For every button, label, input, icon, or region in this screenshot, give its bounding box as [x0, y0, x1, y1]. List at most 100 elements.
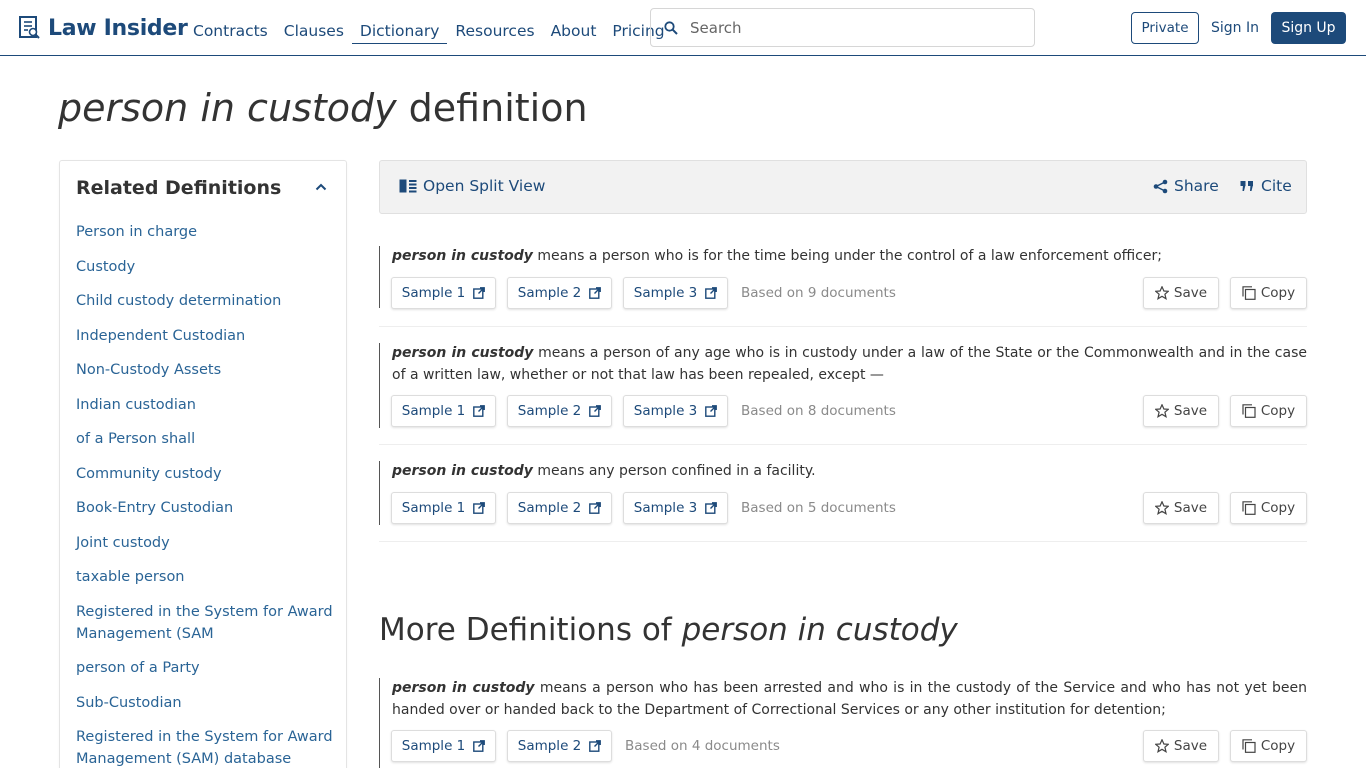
law-insider-logo-icon	[19, 16, 40, 39]
related-definition-link[interactable]: Person in charge	[76, 221, 336, 243]
save-button[interactable]: Save	[1143, 492, 1219, 524]
sample-1-label: Sample 1	[401, 738, 466, 754]
sample-1-button[interactable]: Sample 1	[391, 730, 496, 762]
based-on-count: Based on 8 documents	[741, 403, 896, 419]
search-input[interactable]	[690, 18, 1010, 37]
copy-button[interactable]: Copy	[1230, 492, 1307, 524]
definition-actions-row: Sample 1 Sample 2 Sample 3 Based on 5 do…	[391, 492, 1307, 524]
more-definitions-title: More Definitions of person in custody	[379, 612, 958, 648]
related-definition-link[interactable]: person of a Party	[76, 657, 336, 679]
definition-term: person in custody	[392, 680, 535, 696]
external-link-icon	[473, 740, 486, 752]
external-link-icon	[589, 405, 602, 417]
cite-label: Cite	[1261, 177, 1292, 195]
related-definition-link[interactable]: Independent Custodian	[76, 325, 336, 347]
related-definitions-list: Person in charge Custody Child custody d…	[76, 221, 336, 768]
definition-text: person in custody means a person of any …	[392, 343, 1307, 386]
private-button[interactable]: Private	[1131, 12, 1199, 44]
cite-button[interactable]: Cite	[1240, 177, 1292, 195]
sample-2-button[interactable]: Sample 2	[507, 730, 612, 762]
sample-2-label: Sample 2	[517, 285, 582, 301]
related-definition-link[interactable]: Community custody	[76, 463, 336, 485]
logo-text: Law Insider	[48, 15, 188, 41]
nav-about[interactable]: About	[543, 18, 605, 44]
save-label: Save	[1173, 403, 1208, 419]
related-definition-link[interactable]: Registered in the System for Award Manag…	[76, 601, 336, 645]
related-definition-link[interactable]: Book-Entry Custodian	[76, 497, 336, 519]
logo[interactable]: Law Insider	[19, 14, 188, 42]
definition-term: person in custody	[392, 463, 533, 479]
copy-button[interactable]: Copy	[1230, 730, 1307, 762]
main-nav: Contracts Clauses Dictionary Resources A…	[185, 18, 673, 44]
save-button[interactable]: Save	[1143, 730, 1219, 762]
copy-label: Copy	[1260, 403, 1296, 419]
sample-2-button[interactable]: Sample 2	[507, 277, 612, 309]
sample-1-button[interactable]: Sample 1	[391, 277, 496, 309]
sign-up-button[interactable]: Sign Up	[1271, 12, 1346, 44]
sample-3-button[interactable]: Sample 3	[623, 492, 728, 524]
sample-2-label: Sample 2	[517, 500, 582, 516]
sample-2-button[interactable]: Sample 2	[507, 395, 612, 427]
share-button[interactable]: Share	[1153, 177, 1219, 195]
chevron-up-icon[interactable]	[315, 182, 327, 192]
sample-2-button[interactable]: Sample 2	[507, 492, 612, 524]
more-definitions-term: person in custody	[681, 612, 958, 648]
related-definition-link[interactable]: taxable person	[76, 566, 336, 588]
related-definition-link[interactable]: Joint custody	[76, 532, 336, 554]
external-link-icon	[589, 502, 602, 514]
sample-1-button[interactable]: Sample 1	[391, 395, 496, 427]
nav-contracts[interactable]: Contracts	[185, 18, 276, 44]
related-definition-link[interactable]: of a Person shall	[76, 428, 336, 450]
save-button[interactable]: Save	[1143, 395, 1219, 427]
sample-3-button[interactable]: Sample 3	[623, 277, 728, 309]
share-label: Share	[1174, 177, 1219, 195]
copy-button[interactable]: Copy	[1230, 395, 1307, 427]
definition-entry: person in custody means a person of any …	[379, 343, 1307, 445]
external-link-icon	[473, 287, 486, 299]
related-definition-link[interactable]: Registered in the System for Award Manag…	[76, 726, 336, 768]
external-link-icon	[705, 287, 718, 299]
related-definitions-panel: Related Definitions Person in charge Cus…	[59, 160, 347, 768]
definition-term: person in custody	[392, 345, 534, 361]
page-title: person in custody definition	[58, 86, 588, 130]
definition-entry: person in custody means a person who has…	[379, 678, 1307, 768]
definition-accent-bar	[379, 246, 380, 308]
external-link-icon	[473, 405, 486, 417]
share-icon	[1153, 179, 1168, 193]
definition-text: person in custody means a person who is …	[392, 246, 1307, 268]
definition-accent-bar	[379, 461, 380, 525]
save-button[interactable]: Save	[1143, 277, 1219, 309]
search-icon	[664, 20, 678, 35]
nav-dictionary[interactable]: Dictionary	[351, 18, 448, 44]
open-split-view-button[interactable]: Open Split View	[399, 177, 545, 195]
based-on-count: Based on 4 documents	[625, 738, 780, 754]
external-link-icon	[705, 502, 718, 514]
sample-3-label: Sample 3	[633, 500, 698, 516]
related-definition-link[interactable]: Child custody determination	[76, 290, 336, 312]
sample-3-label: Sample 3	[633, 403, 698, 419]
quote-icon	[1240, 181, 1253, 191]
copy-button[interactable]: Copy	[1230, 277, 1307, 309]
sample-1-button[interactable]: Sample 1	[391, 492, 496, 524]
save-label: Save	[1173, 500, 1208, 516]
sample-1-label: Sample 1	[401, 285, 466, 301]
external-link-icon	[589, 740, 602, 752]
search-box	[650, 8, 1035, 47]
copy-label: Copy	[1260, 500, 1296, 516]
definition-accent-bar	[379, 343, 380, 428]
related-definition-link[interactable]: Sub-Custodian	[76, 692, 336, 714]
save-label: Save	[1173, 285, 1208, 301]
related-definition-link[interactable]: Non-Custody Assets	[76, 359, 336, 381]
sign-in-link[interactable]: Sign In	[1208, 12, 1262, 44]
sample-3-button[interactable]: Sample 3	[623, 395, 728, 427]
nav-clauses[interactable]: Clauses	[276, 18, 352, 44]
page-title-suffix: definition	[396, 86, 588, 130]
more-definitions-prefix: More Definitions of	[379, 612, 682, 648]
star-icon	[1154, 739, 1169, 753]
copy-icon	[1242, 501, 1256, 515]
copy-icon	[1242, 739, 1256, 753]
definition-entry: person in custody means any person confi…	[379, 461, 1307, 542]
related-definition-link[interactable]: Custody	[76, 256, 336, 278]
related-definition-link[interactable]: Indian custodian	[76, 394, 336, 416]
nav-resources[interactable]: Resources	[447, 18, 542, 44]
